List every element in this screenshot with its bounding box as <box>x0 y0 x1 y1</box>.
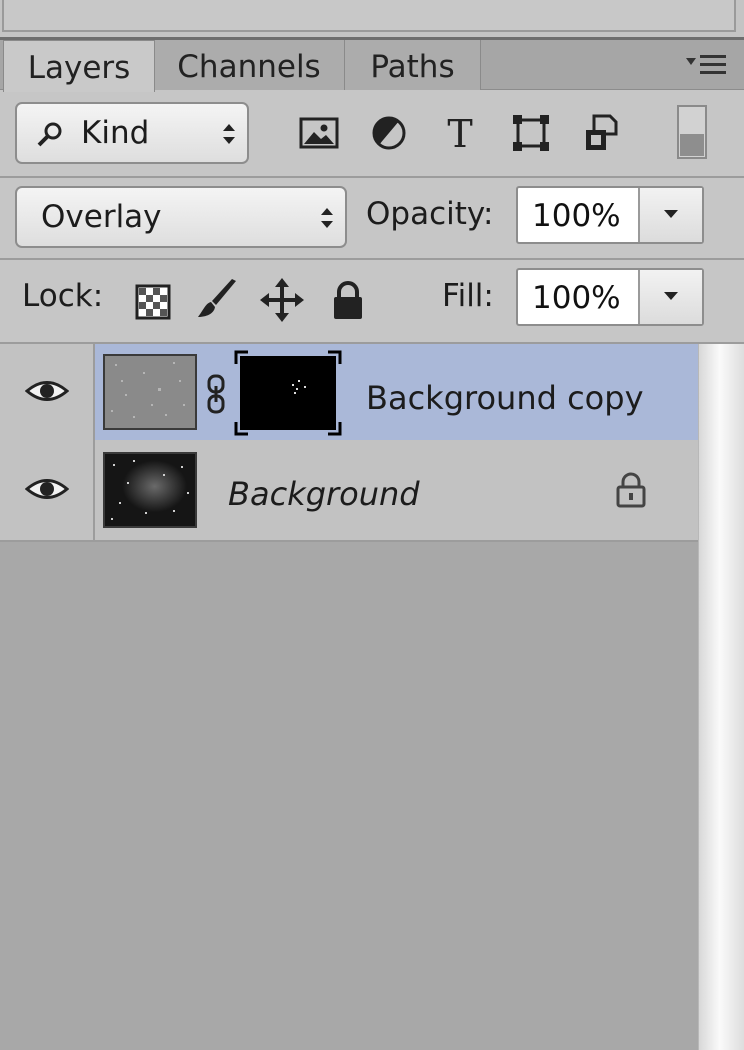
adjustment-filter-icon[interactable] <box>366 110 412 156</box>
panel-menu-icon[interactable] <box>686 52 730 78</box>
panel-tab-bar: Layers Channels Paths <box>0 40 744 92</box>
blend-mode-value: Overlay <box>41 199 162 235</box>
opacity-value: 100% <box>532 198 621 234</box>
fill-label: Fill: <box>442 278 494 314</box>
scrollbar[interactable] <box>698 344 744 1050</box>
chevron-down-icon <box>664 292 678 300</box>
lock-image-icon[interactable] <box>194 277 240 323</box>
chevron-down-icon <box>664 210 678 218</box>
tab-channels[interactable]: Channels <box>154 40 345 90</box>
layer-row[interactable]: Background copy <box>0 344 698 444</box>
filter-toggle-icon[interactable] <box>676 104 708 160</box>
smart-object-filter-icon[interactable] <box>580 110 626 156</box>
visibility-toggle[interactable] <box>0 344 95 442</box>
search-icon <box>37 122 62 147</box>
eye-icon <box>25 479 69 499</box>
layer-thumbnail <box>103 452 197 528</box>
layer-thumbnail <box>103 354 197 430</box>
lock-transparent-icon[interactable] <box>130 279 176 325</box>
tab-layers[interactable]: Layers <box>3 40 155 92</box>
visibility-toggle[interactable] <box>0 442 95 540</box>
eye-icon <box>25 381 69 401</box>
panel-top-strip <box>0 0 744 40</box>
opacity-dropdown-button[interactable] <box>638 188 702 242</box>
opacity-field[interactable]: 100% <box>516 186 704 244</box>
fill-dropdown-button[interactable] <box>638 270 702 324</box>
fill-value: 100% <box>532 280 621 316</box>
lock-all-icon[interactable] <box>325 277 371 323</box>
filter-kind-label: Kind <box>81 115 150 151</box>
filter-kind-select[interactable]: Kind <box>15 102 249 164</box>
pixel-filter-icon[interactable] <box>296 110 342 156</box>
fill-field[interactable]: 100% <box>516 268 704 326</box>
layer-mask-thumbnail[interactable] <box>234 350 342 436</box>
layer-name[interactable]: Background <box>228 474 420 514</box>
lock-icon <box>616 472 646 508</box>
svg-text:T: T <box>447 112 472 156</box>
blend-mode-select[interactable]: Overlay <box>15 186 347 248</box>
layer-controls: Kind T Overlay Opacity: 100% Lock: Fill:… <box>0 90 744 344</box>
layer-name[interactable]: Background copy <box>366 378 644 418</box>
lock-label: Lock: <box>22 278 104 314</box>
updown-arrows-icon <box>223 124 235 144</box>
lock-position-icon[interactable] <box>259 277 305 323</box>
shape-filter-icon[interactable] <box>508 110 554 156</box>
layers-list: Background copy Background <box>0 344 744 1050</box>
opacity-label: Opacity: <box>366 196 494 232</box>
tab-paths[interactable]: Paths <box>345 40 481 90</box>
link-icon[interactable] <box>206 374 226 414</box>
updown-arrows-icon <box>321 208 333 228</box>
type-filter-icon[interactable]: T <box>437 110 483 156</box>
layer-row[interactable]: Background <box>0 442 698 542</box>
